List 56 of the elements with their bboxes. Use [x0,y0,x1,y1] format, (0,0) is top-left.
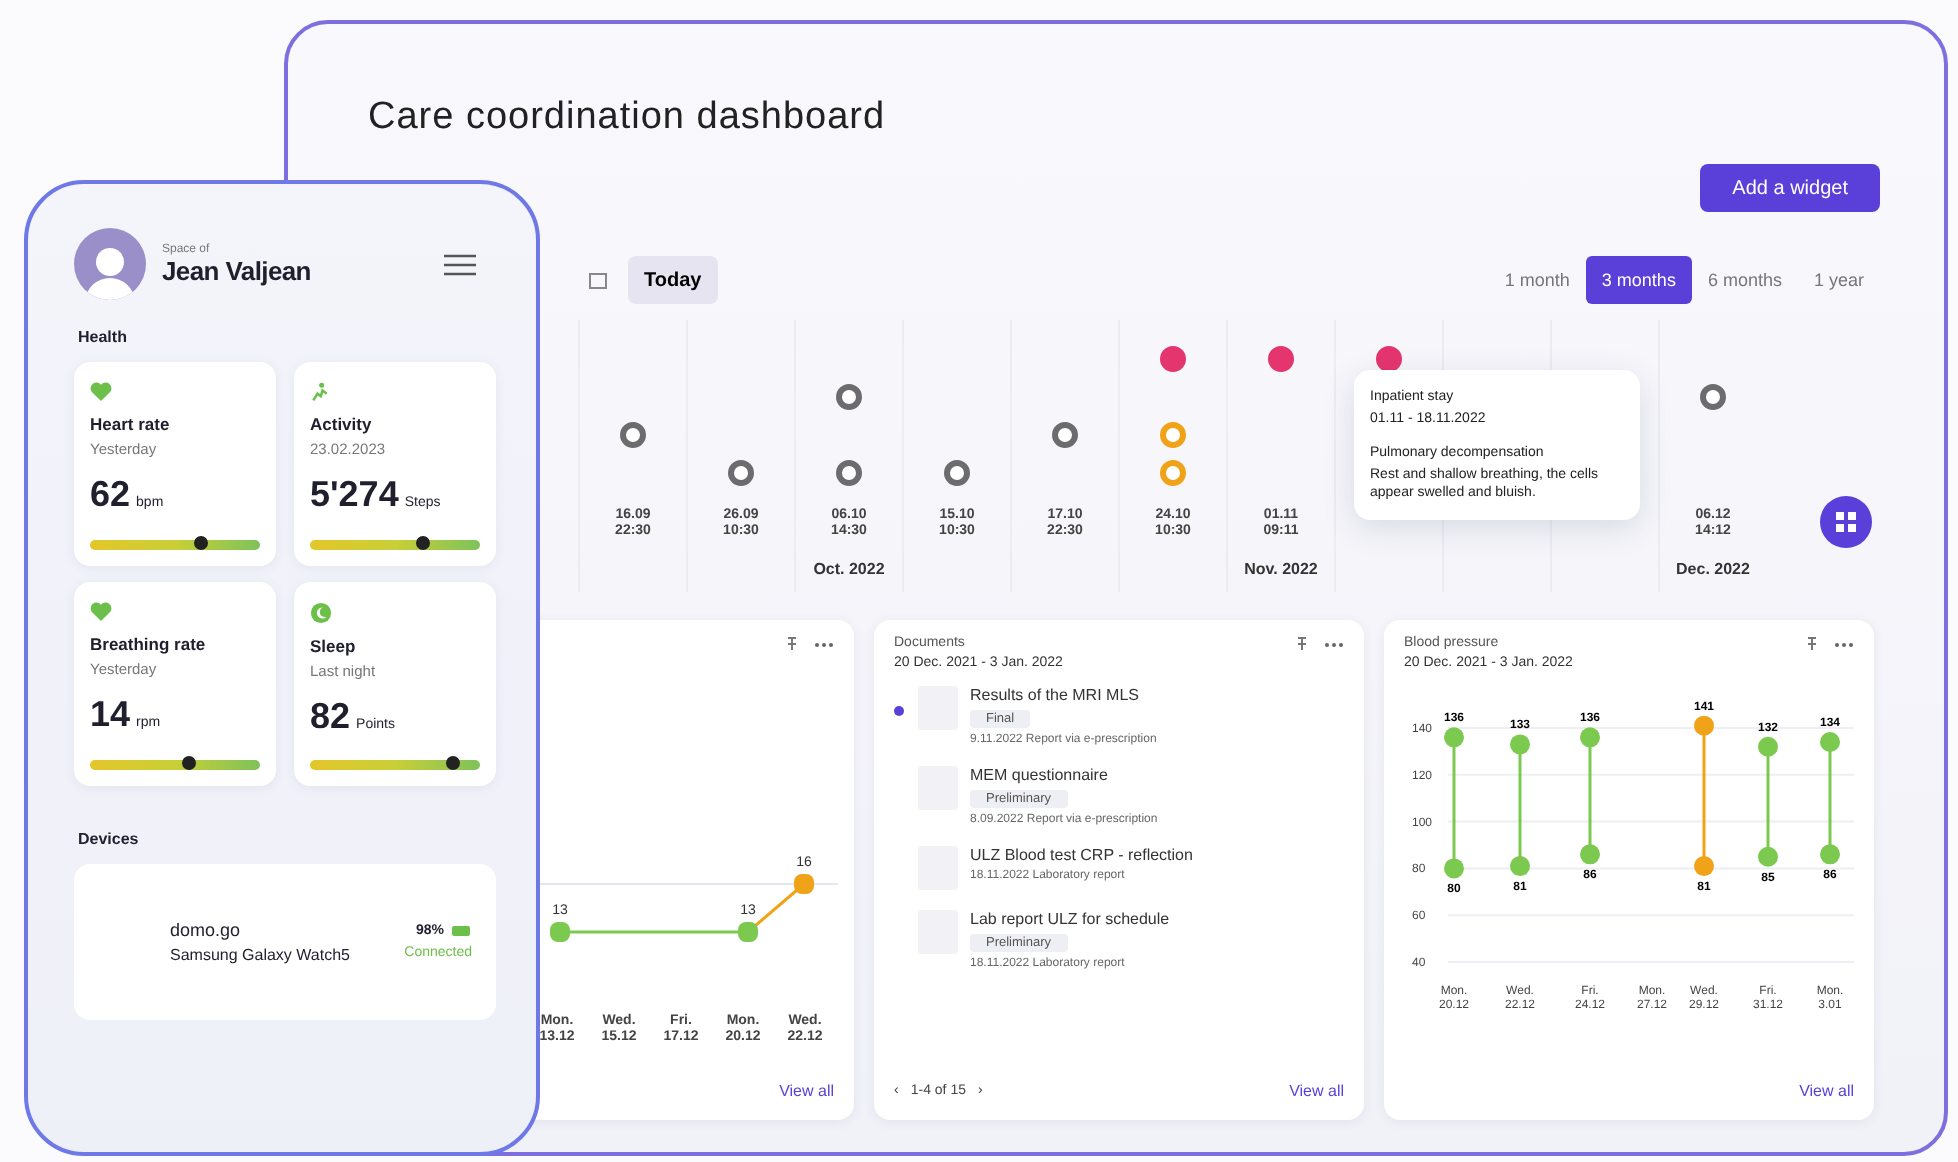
range-tab[interactable]: 6 months [1691,256,1798,304]
grid-button[interactable] [1820,496,1872,548]
device-model: Samsung Galaxy Watch5 [170,946,350,964]
event-ring-icon[interactable] [620,422,646,448]
moon-icon [310,602,332,624]
filled-event-dot[interactable] [1268,346,1294,372]
view-all-link[interactable]: View all [1799,1082,1854,1100]
metric-title: Heart rate [90,414,172,434]
metric-title: Sleep [310,636,358,656]
document-name[interactable]: Results of the MRI MLS [970,686,1139,704]
pin-icon[interactable] [1806,636,1818,652]
menu-icon[interactable] [444,253,476,275]
filled-event-dot[interactable] [1160,346,1186,372]
metric-title: Activity [310,414,374,434]
event-ring-icon[interactable] [1700,384,1726,410]
add-widget-button[interactable]: Add a widget [1700,164,1880,212]
view-all-link[interactable]: View all [779,1082,834,1100]
metric-title: Breathing rate [90,634,208,654]
event-ring-icon[interactable] [836,384,862,410]
event-ring-icon[interactable] [1052,422,1078,448]
running-icon [310,382,330,402]
metric-value: 14 [90,694,131,736]
pin-icon[interactable] [1296,636,1308,652]
range-tab[interactable]: 3 months [1585,256,1692,304]
battery-icon [452,926,472,936]
metric-value: 5'274 [310,474,399,516]
document-name[interactable]: Lab report ULZ for schedule [970,910,1170,928]
dashboard-title: Care coordination dashboard [368,96,888,140]
range-tab[interactable]: 1 year [1797,256,1880,304]
section-label: Health [78,328,129,346]
document-name[interactable]: ULZ Blood test CRP - reflection [970,846,1193,864]
event-ring-icon[interactable] [728,460,754,486]
device-brand: domo.go [170,920,243,940]
more-icon[interactable] [814,641,834,647]
heart-icon [90,602,112,622]
document-name[interactable]: MEM questionnaire [970,766,1108,784]
heart-icon [90,382,112,402]
avatar-icon [74,228,146,300]
section-label: Devices [78,830,141,848]
month-label: Oct. 2022 [813,560,885,582]
more-icon[interactable] [1834,641,1854,647]
metric-value: 62 [90,474,131,516]
grid-icon [1834,510,1858,534]
event-ring-icon[interactable] [944,460,970,486]
view-all-link[interactable]: View all [1289,1082,1344,1100]
metric-value: 82 [310,696,351,738]
today-button[interactable]: Today [628,256,718,304]
filled-event-dot[interactable] [1376,346,1402,372]
month-label: Nov. 2022 [1244,560,1318,582]
range-tab[interactable]: 1 month [1488,256,1586,304]
event-ring-icon[interactable] [836,460,862,486]
calendar-icon[interactable] [588,270,608,290]
pin-icon[interactable] [786,636,798,652]
user-name: Jean Valjean [162,255,311,285]
month-label: Dec. 2022 [1676,560,1750,582]
more-icon[interactable] [1324,641,1344,647]
